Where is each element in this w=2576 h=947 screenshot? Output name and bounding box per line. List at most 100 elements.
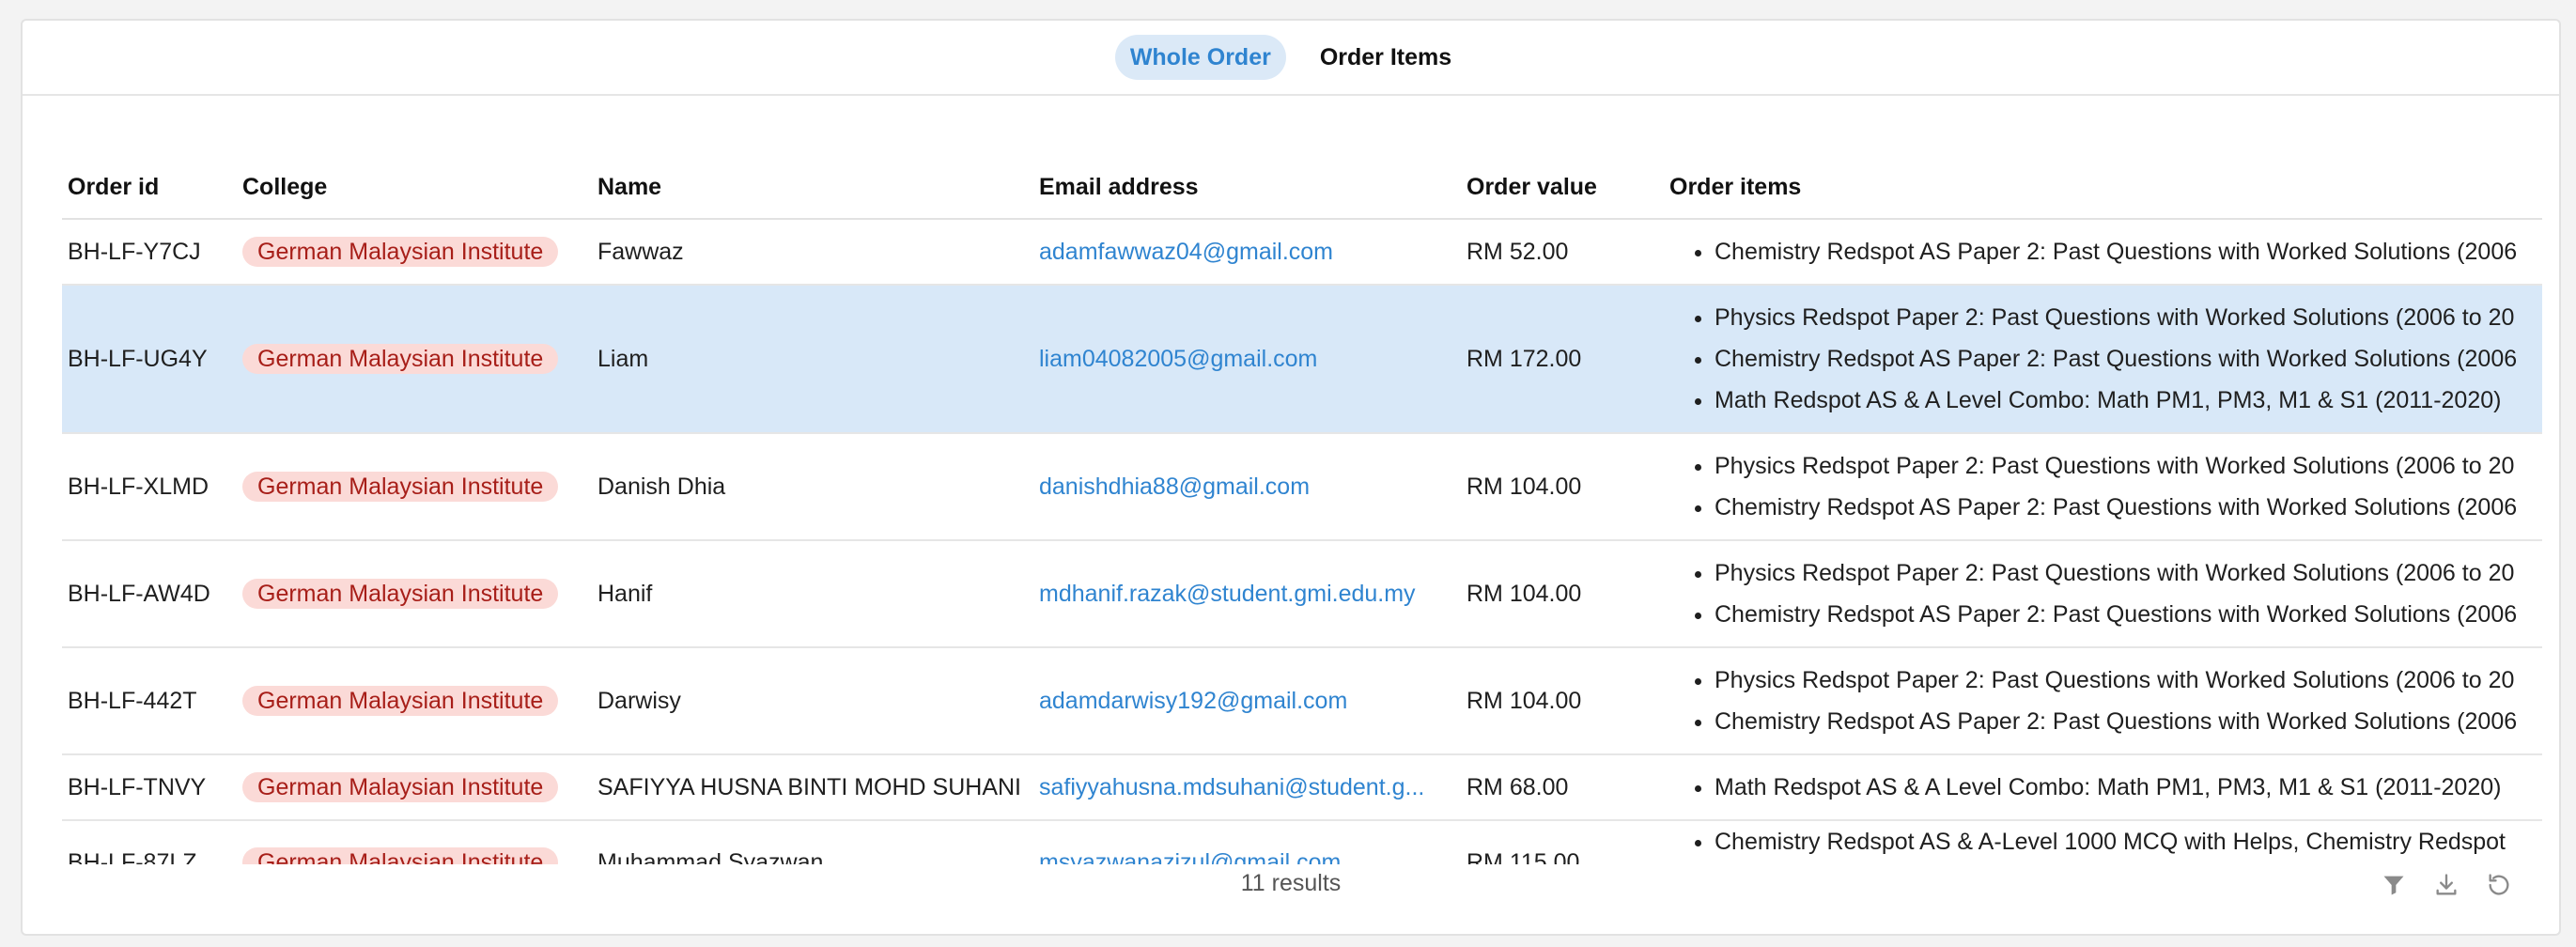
order-item: Physics Redspot Paper 2: Past Questions … (1715, 660, 2542, 701)
customer-name: Hanif (597, 580, 653, 607)
email-link[interactable]: danishdhia88@gmail.com (1039, 474, 1310, 500)
refresh-icon[interactable] (2484, 870, 2514, 900)
column-header-order-value[interactable]: Order value (1461, 96, 1664, 220)
order-value-cell: RM 104.00 (1461, 647, 1664, 755)
footer-actions (2379, 870, 2514, 900)
table-row[interactable]: BH-LF-UG4Y German Malaysian Institute Liam… (62, 285, 2542, 434)
customer-name-cell: Hanif (592, 540, 1033, 648)
email-link-cell: mdhanif.razak@student.gmi.edu.my (1033, 540, 1461, 648)
order-value-cell: RM 52.00 (1461, 219, 1664, 286)
order-id-cell: BH-LF-Y7CJ (62, 219, 237, 286)
order-value-cell: RM 68.00 (1461, 754, 1664, 821)
order-value: RM 104.00 (1466, 687, 1582, 714)
order-id-cell: BH-LF-442T (62, 647, 237, 755)
order-items-list: Physics Redspot Paper 2: Past Questions … (1669, 660, 2542, 742)
order-items-cell: Chemistry Redspot AS Paper 2: Past Quest… (1664, 219, 2542, 286)
order-items-list: Physics Redspot Paper 2: Past Questions … (1669, 552, 2542, 635)
email-link[interactable]: liam04082005@gmail.com (1039, 346, 1317, 372)
college-badge-cell: German Malaysian Institute (237, 540, 592, 648)
order-value: RM 104.00 (1466, 473, 1582, 500)
order-item: Math Redspot AS & A Level Combo: Math PM… (1715, 380, 2542, 421)
order-item: Physics Redspot Paper 2: Past Questions … (1715, 552, 2542, 594)
download-icon[interactable] (2431, 870, 2461, 900)
college-badge: German Malaysian Institute (242, 472, 559, 502)
customer-name: Danish Dhia (597, 473, 726, 500)
table-row[interactable]: BH-LF-AW4D German Malaysian Institute Hani… (62, 540, 2542, 648)
email-link[interactable]: adamfawwaz04@gmail.com (1039, 239, 1333, 265)
results-count: 11 results (1240, 870, 1342, 896)
order-value-cell: RM 172.00 (1461, 285, 1664, 434)
customer-name: SAFIYYA HUSNA BINTI MOHD SUHANI (597, 773, 1022, 800)
email-link-cell: liam04082005@gmail.com (1033, 285, 1461, 434)
college-badge-cell: German Malaysian Institute (237, 647, 592, 755)
order-id-cell: BH-LF-TNVY (62, 754, 237, 821)
table-row[interactable]: BH-LF-442T German Malaysian Institute Darw… (62, 647, 2542, 755)
college-badge: German Malaysian Institute (242, 579, 559, 609)
order-value: RM 172.00 (1466, 345, 1582, 372)
order-value: RM 52.00 (1466, 238, 1569, 265)
email-link[interactable]: mdhanif.razak@student.gmi.edu.my (1039, 581, 1416, 607)
email-link-cell: safiyyahusna.mdsuhani@student.g... (1033, 754, 1461, 821)
order-item: Chemistry Redspot AS Paper 2: Past Quest… (1715, 338, 2542, 380)
column-header-order-items[interactable]: Order items (1664, 96, 2542, 220)
college-badge-cell: German Malaysian Institute (237, 219, 592, 286)
orders-card: Whole Order Order Items Order id College… (21, 19, 2561, 936)
order-items-cell: Physics Redspot Paper 2: Past Questions … (1664, 540, 2542, 648)
college-badge: German Malaysian Institute (242, 344, 559, 374)
college-badge-cell: German Malaysian Institute (237, 754, 592, 821)
order-items-cell: Physics Redspot Paper 2: Past Questions … (1664, 647, 2542, 755)
table-footer: 11 results (23, 844, 2559, 934)
order-items-list: Math Redspot AS & A Level Combo: Math PM… (1669, 767, 2542, 808)
filter-icon[interactable] (2379, 870, 2409, 900)
order-item: Chemistry Redspot AS Paper 2: Past Quest… (1715, 594, 2542, 635)
order-item: Physics Redspot Paper 2: Past Questions … (1715, 297, 2542, 338)
order-id-cell: BH-LF-XLMD (62, 433, 237, 541)
order-items-list: Physics Redspot Paper 2: Past Questions … (1669, 445, 2542, 528)
customer-name: Liam (597, 345, 649, 372)
order-items-cell: Physics Redspot Paper 2: Past Questions … (1664, 285, 2542, 434)
order-id: BH-LF-AW4D (68, 580, 210, 607)
customer-name-cell: Liam (592, 285, 1033, 434)
tab-order-items[interactable]: Order Items (1305, 35, 1466, 80)
college-badge-cell: German Malaysian Institute (237, 285, 592, 434)
column-header-college[interactable]: College (237, 96, 592, 220)
order-id-cell: BH-LF-UG4Y (62, 285, 237, 434)
order-items-list: Chemistry Redspot AS Paper 2: Past Quest… (1669, 231, 2542, 272)
customer-name-cell: SAFIYYA HUSNA BINTI MOHD SUHANI (592, 754, 1033, 821)
orders-table-container[interactable]: Order id College Name Email address Orde… (62, 96, 2542, 864)
email-link-cell: adamfawwaz04@gmail.com (1033, 219, 1461, 286)
customer-name: Darwisy (597, 687, 681, 714)
table-row[interactable]: BH-LF-TNVY German Malaysian Institute SAFI… (62, 754, 2542, 821)
order-value-cell: RM 104.00 (1461, 433, 1664, 541)
view-tabs: Whole Order Order Items (23, 21, 2559, 96)
order-id-cell: BH-LF-AW4D (62, 540, 237, 648)
college-badge: German Malaysian Institute (242, 686, 559, 716)
order-value: RM 104.00 (1466, 580, 1582, 607)
customer-name-cell: Fawwaz (592, 219, 1033, 286)
college-badge: German Malaysian Institute (242, 772, 559, 802)
order-items-cell: Math Redspot AS & A Level Combo: Math PM… (1664, 754, 2542, 821)
customer-name: Fawwaz (597, 238, 684, 265)
column-header-name[interactable]: Name (592, 96, 1033, 220)
tab-whole-order[interactable]: Whole Order (1114, 35, 1286, 80)
column-header-email[interactable]: Email address (1033, 96, 1461, 220)
order-item: Physics Redspot Paper 2: Past Questions … (1715, 445, 2542, 487)
customer-name-cell: Darwisy (592, 647, 1033, 755)
order-value: RM 68.00 (1466, 773, 1569, 800)
college-badge: German Malaysian Institute (242, 237, 559, 267)
order-items-list: Physics Redspot Paper 2: Past Questions … (1669, 297, 2542, 421)
college-badge-cell: German Malaysian Institute (237, 433, 592, 541)
order-item: Chemistry Redspot AS Paper 2: Past Quest… (1715, 701, 2542, 742)
column-header-order-id[interactable]: Order id (62, 96, 237, 220)
email-link[interactable]: adamdarwisy192@gmail.com (1039, 688, 1347, 714)
order-item: Math Redspot AS & A Level Combo: Math PM… (1715, 767, 2542, 808)
table-body: BH-LF-Y7CJ German Malaysian Institute Faww… (62, 219, 2542, 864)
order-item: Chemistry Redspot AS Paper 2: Past Quest… (1715, 231, 2542, 272)
email-link[interactable]: safiyyahusna.mdsuhani@student.g... (1039, 774, 1424, 800)
email-link-cell: danishdhia88@gmail.com (1033, 433, 1461, 541)
order-id: BH-LF-UG4Y (68, 345, 208, 372)
table-row[interactable]: BH-LF-Y7CJ German Malaysian Institute Faww… (62, 219, 2542, 286)
order-value-cell: RM 104.00 (1461, 540, 1664, 648)
table-row[interactable]: BH-LF-XLMD German Malaysian Institute Dani… (62, 433, 2542, 541)
orders-table: Order id College Name Email address Orde… (62, 96, 2542, 864)
